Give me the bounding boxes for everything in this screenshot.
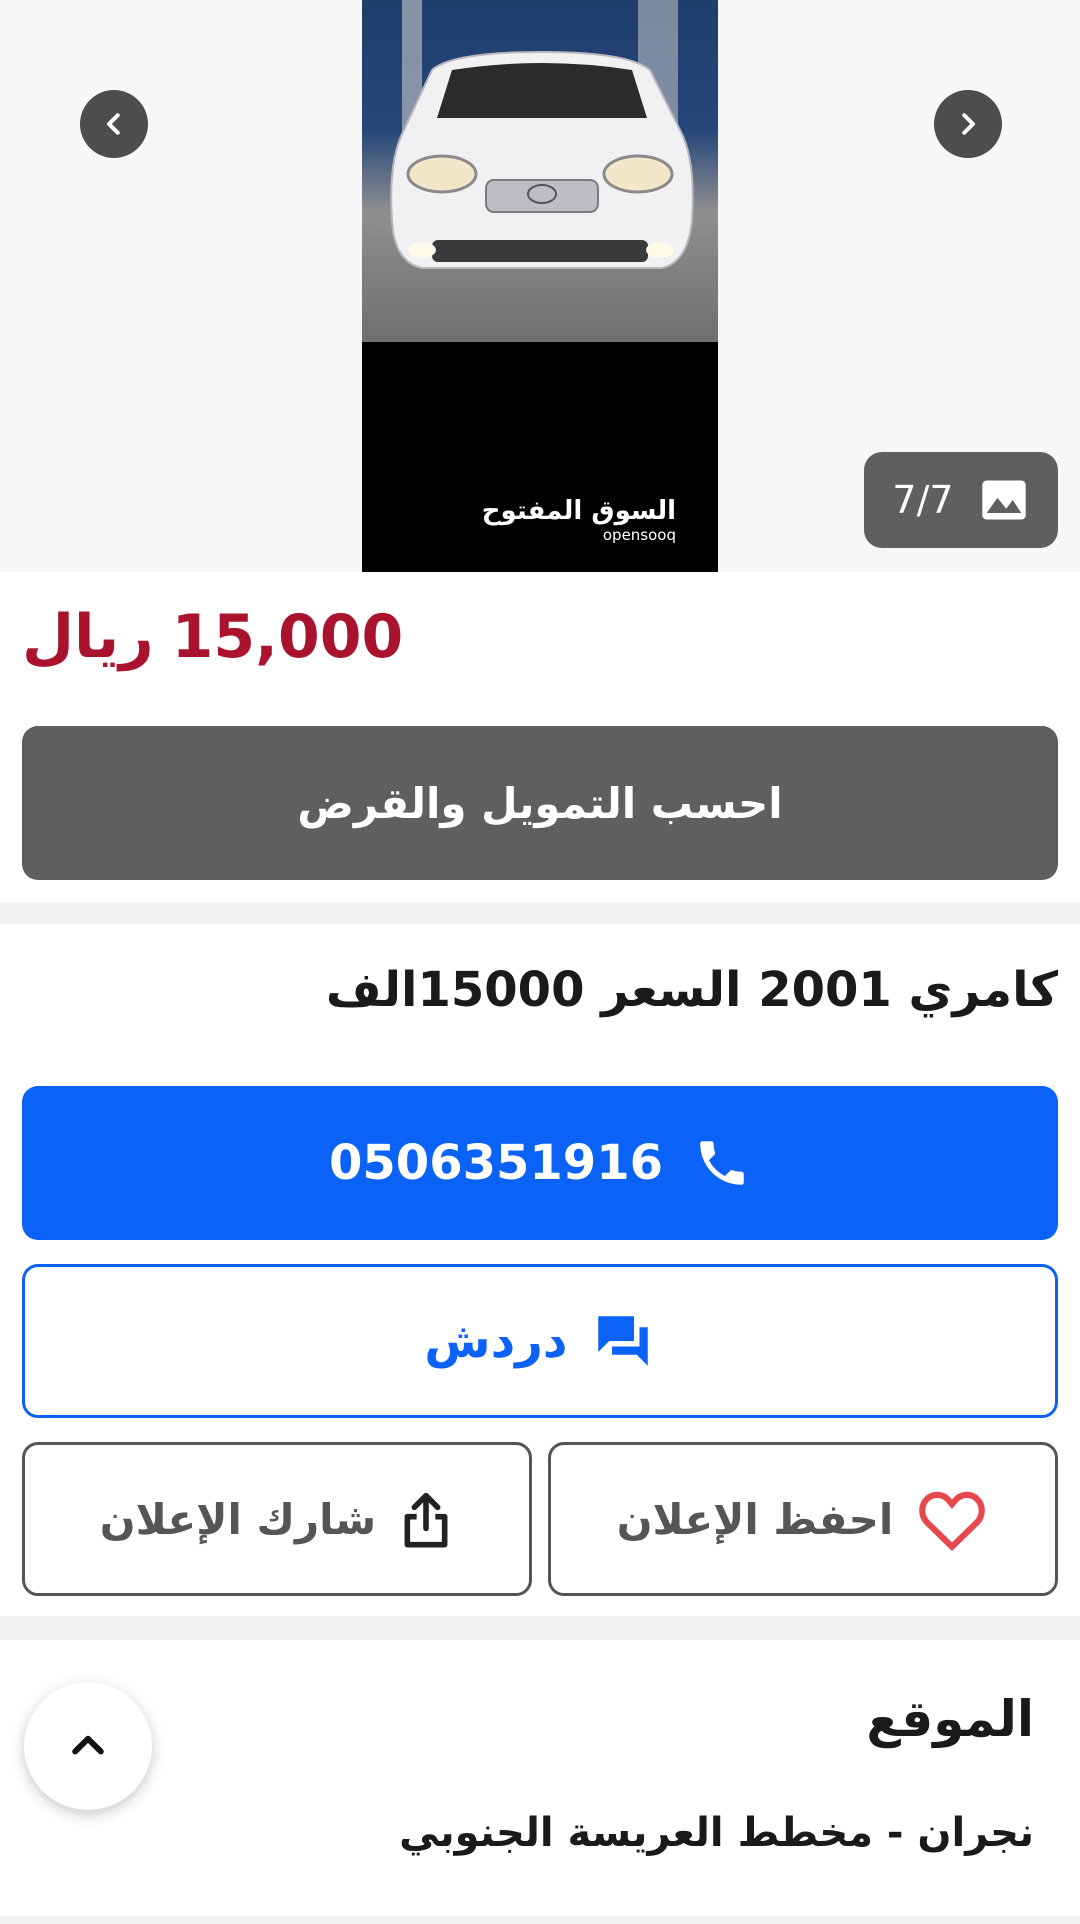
price-amount: 15,000 (171, 602, 404, 672)
car-illustration (390, 0, 694, 269)
share-label: شارك الإعلان (99, 1494, 377, 1544)
scroll-to-top-button[interactable] (24, 1682, 152, 1810)
share-ad-button[interactable]: شارك الإعلان (22, 1442, 532, 1596)
price-currency: ريال (22, 602, 154, 672)
section-divider (0, 902, 1080, 924)
share-icon (404, 1492, 448, 1548)
opensooq-watermark: السوق المفتوح opensooq (482, 496, 676, 544)
chevron-right-icon (962, 113, 975, 135)
location-heading: الموقع (866, 1690, 1034, 1748)
image-icon (981, 480, 1026, 520)
chat-icon (597, 1316, 648, 1366)
save-ad-button[interactable]: احفظ الإعلان (548, 1442, 1058, 1596)
previous-image-button[interactable] (80, 90, 148, 158)
watermark-english: opensooq (602, 526, 676, 544)
chat-button[interactable]: دردش (22, 1264, 1058, 1418)
image-counter[interactable]: 7/7 (864, 452, 1058, 548)
chevron-left-icon (107, 113, 120, 135)
chat-label: دردش (424, 1313, 568, 1369)
call-button[interactable]: 0506351916 (22, 1086, 1058, 1240)
car-photo[interactable]: السوق المفتوح opensooq (362, 0, 718, 572)
save-label: احفظ الإعلان (616, 1494, 894, 1544)
location-value: نجران - مخطط العريسة الجنوبي (399, 1810, 1034, 1856)
photo-watermark-area: السوق المفتوح opensooq (362, 342, 718, 572)
car-photo-upper (362, 0, 718, 342)
listing-title: كامري 2001 السعر 15000الف (325, 962, 1058, 1018)
chevron-up-icon (72, 1735, 104, 1755)
bottom-divider (0, 1916, 1080, 1924)
heart-icon (919, 1491, 986, 1552)
loan-calculator-button[interactable]: احسب التمويل والقرض (22, 726, 1058, 880)
image-counter-text: 7/7 (892, 478, 954, 522)
phone-icon (700, 1141, 744, 1185)
section-divider (0, 1616, 1080, 1640)
watermark-arabic: السوق المفتوح (481, 496, 676, 526)
next-image-button[interactable] (934, 90, 1002, 158)
phone-number: 0506351916 (329, 1135, 663, 1191)
price: ريال 15,000 (22, 592, 403, 682)
image-gallery[interactable]: السوق المفتوح opensooq 7/7 (0, 0, 1080, 572)
